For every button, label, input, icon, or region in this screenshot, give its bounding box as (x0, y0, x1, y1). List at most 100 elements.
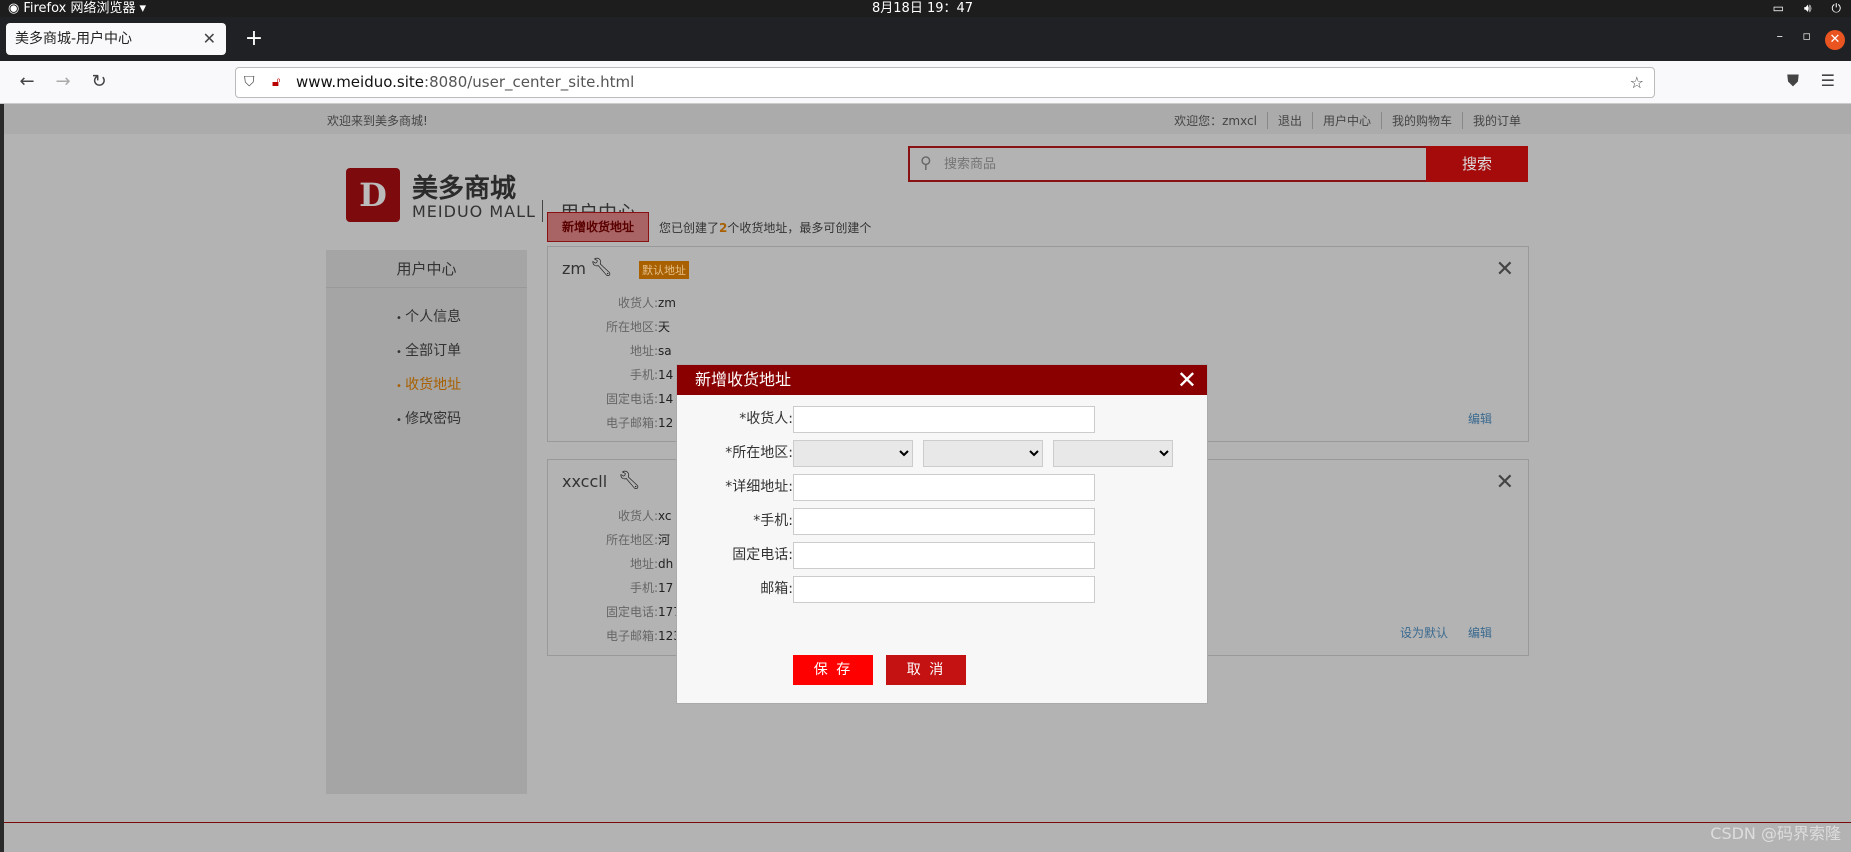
row-value: 14 (658, 392, 674, 406)
os-app-menu[interactable]: ◉ Firefox 网络浏览器 ▾ (8, 0, 146, 17)
close-icon[interactable]: ✕ (1177, 365, 1197, 395)
address-name: xxccll (562, 472, 608, 491)
address-count-info: 您已创建了2个收货地址，最多可创建个 (659, 219, 871, 236)
close-icon[interactable]: ✕ (1496, 470, 1514, 495)
cancel-button[interactable]: 取 消 (886, 655, 966, 685)
address-actions: 设为默认 编辑 (1400, 624, 1492, 641)
row-value: 17 (658, 581, 674, 595)
row-key: 电子邮箱: (605, 629, 658, 643)
receiver-input[interactable] (793, 406, 1095, 433)
detail-row: *详细地址: (677, 473, 1207, 501)
receiver-row: *收货人: (677, 405, 1207, 433)
window-close-button[interactable]: ✕ (1825, 30, 1845, 50)
province-select[interactable] (793, 440, 913, 467)
url-host: www.meiduo.site (296, 73, 425, 91)
set-default-link[interactable]: 设为默认 (1400, 624, 1448, 641)
phone-input[interactable] (793, 542, 1095, 569)
site-top-line: 欢迎来到美多商城! 欢迎您：zmxcl 退出 用户中心 我的购物车 我的订单 (4, 104, 1851, 134)
detail-label: *详细地址: (725, 479, 793, 495)
wrench-icon[interactable]: 🔧︎ (618, 470, 641, 491)
email-input[interactable] (793, 576, 1095, 603)
row-key: 地址: (629, 557, 658, 571)
row-value: zm (658, 296, 676, 310)
reload-button[interactable]: ↻ (86, 69, 112, 95)
row-key: 收货人: (617, 296, 658, 310)
edit-link[interactable]: 编辑 (1468, 624, 1492, 641)
top-link-user-center[interactable]: 用户中心 (1311, 112, 1381, 129)
footer-line (4, 822, 1851, 823)
site-top-links: 欢迎您：zmxcl 退出 用户中心 我的购物车 我的订单 (1164, 112, 1531, 129)
search-input[interactable] (944, 148, 1344, 180)
default-badge: 默认地址 (639, 261, 689, 279)
row-value: xc (658, 509, 672, 523)
logo-divider (542, 200, 543, 222)
add-address-button[interactable]: 新增收货地址 (547, 212, 649, 242)
top-link-logout[interactable]: 退出 (1266, 112, 1312, 129)
browser-nav-bar: ← → ↻ ⛉ 🔓︎ www.meiduo.site:8080/user_cen… (0, 61, 1851, 104)
insecure-lock-icon[interactable]: 🔓︎ (272, 68, 280, 97)
row-key: 固定电话: (605, 392, 658, 406)
site-welcome: 欢迎来到美多商城! (327, 114, 428, 128)
row-value: 天 (658, 320, 671, 334)
district-select[interactable] (1053, 440, 1173, 467)
address-row: 收货人:zm (548, 291, 1528, 315)
row-key: 地址: (629, 344, 658, 358)
search-box: ⚲ (908, 146, 1432, 182)
info-prefix: 您已创建了 (659, 221, 720, 235)
tab-close-icon[interactable]: ✕ (203, 23, 216, 55)
power-icon[interactable]: ⏻ (1832, 0, 1842, 17)
url-bar[interactable]: ⛉ 🔓︎ www.meiduo.site:8080/user_center_si… (235, 67, 1655, 98)
site-logo[interactable]: D (346, 168, 400, 222)
browser-tab[interactable]: 美多商城-用户中心 ✕ (6, 23, 226, 55)
phone-row: 固定电话: (677, 541, 1207, 569)
save-button[interactable]: 保 存 (793, 655, 873, 685)
close-icon[interactable]: ✕ (1496, 257, 1514, 282)
sidebar-item-password[interactable]: 修改密码 (396, 402, 527, 436)
maximize-button[interactable]: ▫ (1802, 29, 1811, 44)
forward-button[interactable]: → (50, 69, 76, 95)
os-clock[interactable]: 8月18日 19：47 (872, 0, 973, 17)
row-value: dh (658, 557, 674, 571)
city-select[interactable] (923, 440, 1043, 467)
add-address-dialog: 新增收货地址 ✕ *收货人: *所在地区: *详细地址: *手机: 固定电话: … (676, 364, 1208, 704)
sidebar-item-profile[interactable]: 个人信息 (396, 300, 527, 334)
top-link-user[interactable]: 欢迎您：zmxcl (1164, 112, 1267, 129)
minimize-button[interactable]: – (1777, 29, 1784, 44)
row-key: 所在地区: (605, 533, 658, 547)
back-button[interactable]: ← (14, 69, 40, 95)
mobile-row: *手机: (677, 507, 1207, 535)
edit-link[interactable]: 编辑 (1468, 410, 1492, 427)
os-tray[interactable]: ▭ 🔊︎ ⏻ (1773, 0, 1841, 17)
display-icon[interactable]: ▭ (1773, 0, 1784, 17)
phone-label: 固定电话: (732, 547, 793, 563)
detail-address-input[interactable] (793, 474, 1095, 501)
menu-icon[interactable]: ☰ (1821, 71, 1835, 90)
top-link-orders[interactable]: 我的订单 (1461, 112, 1531, 129)
watermark-text: CSDN @码界索隆 (1710, 824, 1841, 843)
os-top-bar: ◉ Firefox 网络浏览器 ▾ 8月18日 19：47 ▭ 🔊︎ ⏻ (0, 0, 1851, 17)
shield-icon[interactable]: ⛉ (244, 68, 255, 97)
sidebar-item-orders[interactable]: 全部订单 (396, 334, 527, 368)
volume-icon[interactable]: 🔊︎ (1804, 0, 1812, 17)
bookmark-star-icon[interactable]: ☆ (1630, 68, 1644, 97)
mobile-label: *手机: (753, 513, 793, 529)
region-label: *所在地区: (725, 445, 793, 461)
address-row: 所在地区:天 (548, 315, 1528, 339)
logo-en-text: MEIDUO MALL (412, 202, 536, 221)
wrench-icon[interactable]: 🔧︎ (590, 257, 613, 278)
top-link-cart[interactable]: 我的购物车 (1380, 112, 1462, 129)
dialog-header: 新增收货地址 ✕ (677, 365, 1207, 395)
sidebar-title: 用户中心 (326, 250, 527, 288)
logo-cn-text: 美多商城 (412, 174, 517, 204)
address-row: 地址:sa (548, 339, 1528, 363)
mobile-input[interactable] (793, 508, 1095, 535)
region-row: *所在地区: (677, 439, 1207, 467)
new-tab-button[interactable]: + (240, 25, 268, 53)
firefox-icon: ◉ (8, 1, 20, 16)
url-path: :8080/user_center_site.html (424, 73, 635, 91)
search-button[interactable]: 搜索 (1426, 146, 1528, 182)
address-actions: 编辑 (1468, 410, 1492, 427)
pocket-icon[interactable]: ⛊ (1787, 71, 1799, 91)
row-value: sa (658, 344, 672, 358)
sidebar-item-address[interactable]: 收货地址 (396, 368, 527, 402)
